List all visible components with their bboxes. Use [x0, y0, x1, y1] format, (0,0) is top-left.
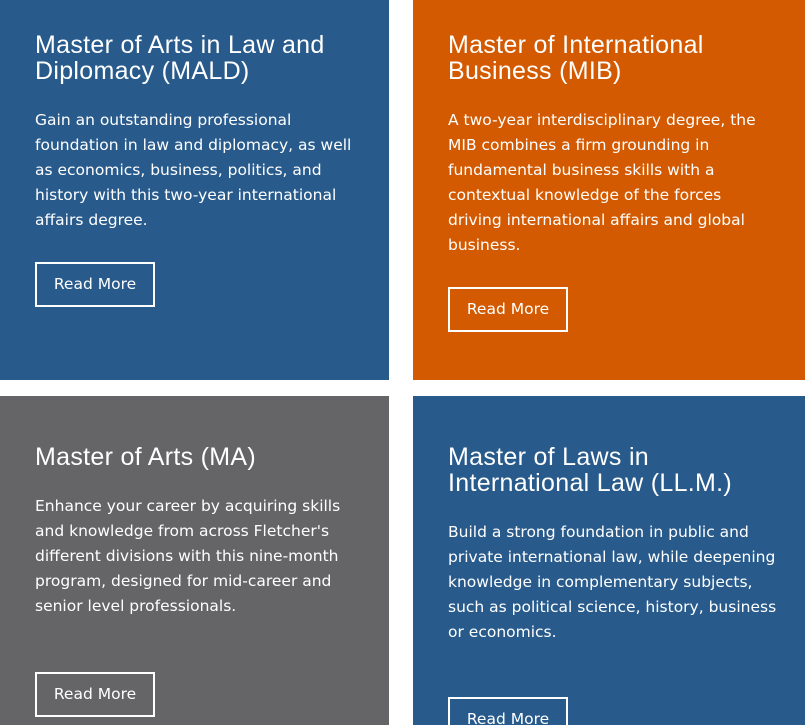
program-card-ma: Master of Arts (MA) Enhance your career …: [0, 396, 389, 725]
card-title-mald: Master of Arts in Law and Diplomacy (MAL…: [35, 31, 325, 85]
program-card-mald: Master of Arts in Law and Diplomacy (MAL…: [0, 0, 389, 380]
read-more-button-mald[interactable]: Read More: [35, 262, 155, 307]
card-title-mib: Master of International Business (MIB): [448, 31, 704, 85]
program-card-mib: Master of International Business (MIB) A…: [413, 0, 805, 380]
card-description-mald: Gain an outstanding professional foundat…: [35, 111, 352, 229]
card-title-llm: Master of Laws in International Law (LL.…: [448, 443, 733, 497]
read-more-button-llm[interactable]: Read More: [448, 697, 568, 725]
card-description-ma: Enhance your career by acquiring skills …: [35, 497, 341, 615]
card-description-mib: A two-year interdisciplinary degree, the…: [448, 111, 756, 254]
card-description-llm: Build a strong foundation in public and …: [448, 523, 777, 641]
read-more-button-ma[interactable]: Read More: [35, 672, 155, 717]
program-card-llm: Master of Laws in International Law (LL.…: [413, 396, 805, 725]
read-more-button-mib[interactable]: Read More: [448, 287, 568, 332]
card-title-ma: Master of Arts (MA): [35, 443, 257, 471]
